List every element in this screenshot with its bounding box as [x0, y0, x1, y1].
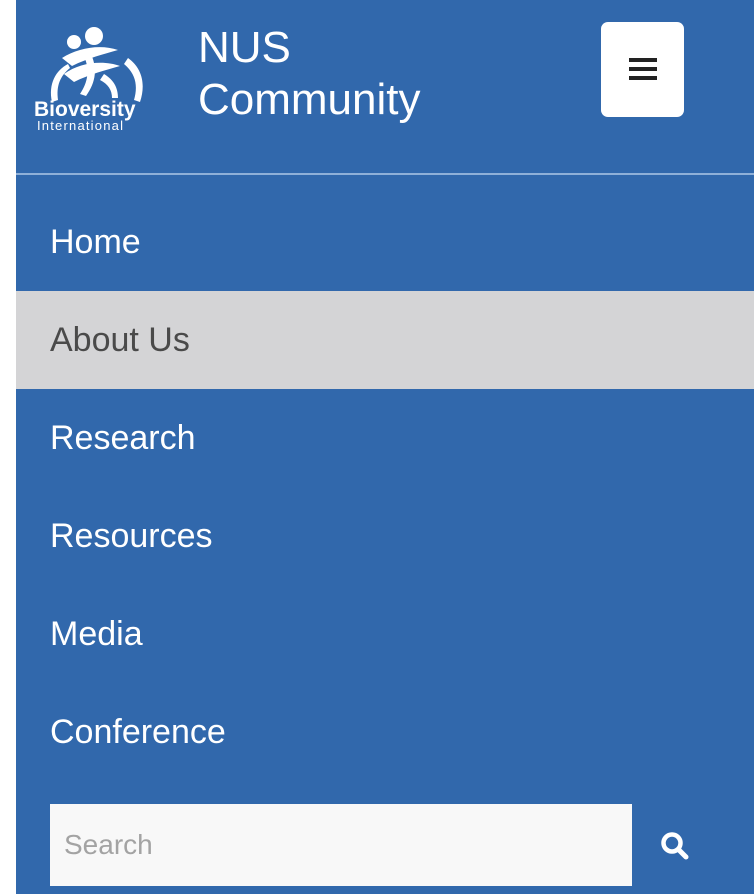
mobile-nav-panel: Bioversity International NUS Community H…	[16, 0, 754, 894]
svg-text:International: International	[37, 118, 124, 133]
nav-item-label: Conference	[50, 713, 226, 751]
header-divider	[16, 173, 754, 175]
nav-item-research[interactable]: Research	[16, 389, 754, 487]
site-header: Bioversity International NUS Community	[16, 0, 754, 173]
nav-item-label: Media	[50, 615, 143, 653]
nav-item-about-us[interactable]: About Us	[16, 291, 754, 389]
nav-item-conference[interactable]: Conference	[16, 683, 754, 781]
nav-item-resources[interactable]: Resources	[16, 487, 754, 585]
menu-toggle-button[interactable]	[601, 22, 684, 117]
main-nav: Home About Us Research Resources Media C…	[16, 193, 754, 781]
nav-item-label: Home	[50, 223, 141, 261]
search-input[interactable]	[50, 804, 632, 886]
nav-item-label: Research	[50, 419, 196, 457]
site-title[interactable]: NUS Community	[198, 22, 498, 126]
nav-item-home[interactable]: Home	[16, 193, 754, 291]
nav-item-label: About Us	[50, 321, 190, 359]
bioversity-logo[interactable]: Bioversity International	[34, 24, 156, 134]
search-button[interactable]	[646, 812, 708, 878]
nav-item-media[interactable]: Media	[16, 585, 754, 683]
nav-item-label: Resources	[50, 517, 213, 555]
